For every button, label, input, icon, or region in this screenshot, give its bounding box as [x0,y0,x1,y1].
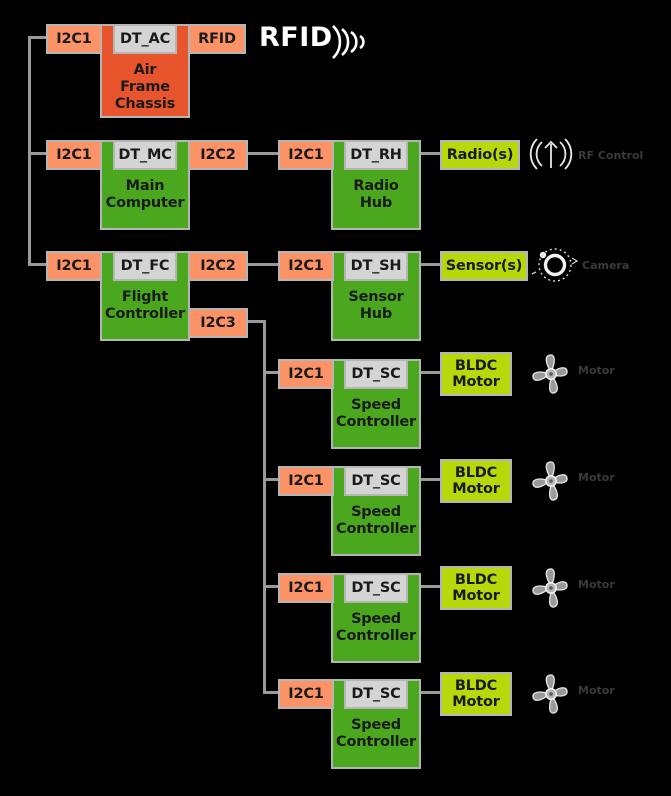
air-frame-chassis-chip[interactable]: DT_AC [113,24,177,54]
camera-lens-icon [531,248,579,282]
speed-controller-4-leaf-motor[interactable]: BLDC Motor [440,672,512,716]
flight-controller-chip[interactable]: DT_FC [113,251,177,281]
speed-controller-1-port-i2c1[interactable]: I2C1 [278,359,334,389]
radio-hub-caption: Radio Hub [353,178,399,211]
propeller-fan-icon [532,568,568,608]
main-computer-port-i2c2[interactable]: I2C2 [188,140,248,170]
rfid-wave-icon [332,25,365,59]
sensor-hub-leaf-sensors[interactable]: Sensor(s) [440,251,528,281]
radio-hub-port-i2c1[interactable]: I2C1 [278,140,334,170]
sensor-hub-caption: Sensor Hub [348,289,404,322]
speed-controller-4-chip[interactable]: DT_SC [344,679,408,709]
air-frame-chassis-port-rfid[interactable]: RFID [188,24,246,54]
speed-controller-2-leaf-motor[interactable]: BLDC Motor [440,459,512,503]
speed-controller-4-port-i2c1[interactable]: I2C1 [278,679,334,709]
antenna-waves-icon [529,138,573,170]
wire-mc-to-radiohub [248,152,280,155]
radio-hub-leaf-radios[interactable]: Radio(s) [440,140,520,170]
propeller-fan-icon [532,674,568,714]
speed-controller-2-chip[interactable]: DT_SC [344,466,408,496]
propeller-fan-icon [532,461,568,501]
speed-controller-3-chip[interactable]: DT_SC [344,573,408,603]
flight-controller-caption: Flight Controller [105,289,185,322]
rf-control-label: RF Control [578,149,644,162]
motor-4-label: Motor [578,684,615,697]
radio-hub-chip[interactable]: DT_RH [344,140,408,170]
speed-controller-1-caption: Speed Controller [336,397,416,430]
camera-label: Camera [582,259,630,272]
air-frame-chassis-caption: Air Frame Chassis [114,62,176,112]
motor-1-label: Motor [578,364,615,377]
air-frame-chassis-port-i2c1[interactable]: I2C1 [46,24,102,54]
speed-controller-1-chip[interactable]: DT_SC [344,359,408,389]
wire-sc1-to-motor [420,371,442,374]
rfid-logo-text: RFID [259,22,333,53]
flight-controller-port-i2c1[interactable]: I2C1 [46,251,102,281]
speed-controller-2-caption: Speed Controller [336,504,416,537]
sensor-hub-port-i2c1[interactable]: I2C1 [278,251,334,281]
wire-trunk-left-to-ac [28,36,48,39]
main-computer-chip[interactable]: DT_MC [113,140,177,170]
wire-trunk-left [28,36,31,266]
diagram-canvas: Air Frame Chassis I2C1 DT_AC RFID RFID M… [0,0,671,796]
propeller-fan-icon [532,354,568,394]
wire-fc-to-sensorhub [248,263,280,266]
speed-controller-3-port-i2c1[interactable]: I2C1 [278,573,334,603]
wire-sc2-to-motor [420,478,442,481]
speed-controller-3-leaf-motor[interactable]: BLDC Motor [440,566,512,610]
motor-3-label: Motor [578,578,615,591]
speed-controller-2-port-i2c1[interactable]: I2C1 [278,466,334,496]
flight-controller-port-i2c2[interactable]: I2C2 [188,251,248,281]
wire-sc4-to-motor [420,691,442,694]
flight-controller-port-i2c3[interactable]: I2C3 [188,308,248,338]
wire-i2c3-trunk [263,320,266,692]
wire-sensorhub-to-sensors [420,263,442,266]
wire-trunk-left-to-mc [28,152,48,155]
sensor-hub-chip[interactable]: DT_SH [344,251,408,281]
wire-sc3-to-motor [420,585,442,588]
speed-controller-4-caption: Speed Controller [336,717,416,750]
speed-controller-3-caption: Speed Controller [336,611,416,644]
motor-2-label: Motor [578,471,615,484]
main-computer-port-i2c1[interactable]: I2C1 [46,140,102,170]
wire-trunk-left-to-fc [28,263,48,266]
main-computer-caption: Main Computer [105,178,185,211]
speed-controller-1-leaf-motor[interactable]: BLDC Motor [440,352,512,396]
wire-radiohub-to-radios [420,152,442,155]
